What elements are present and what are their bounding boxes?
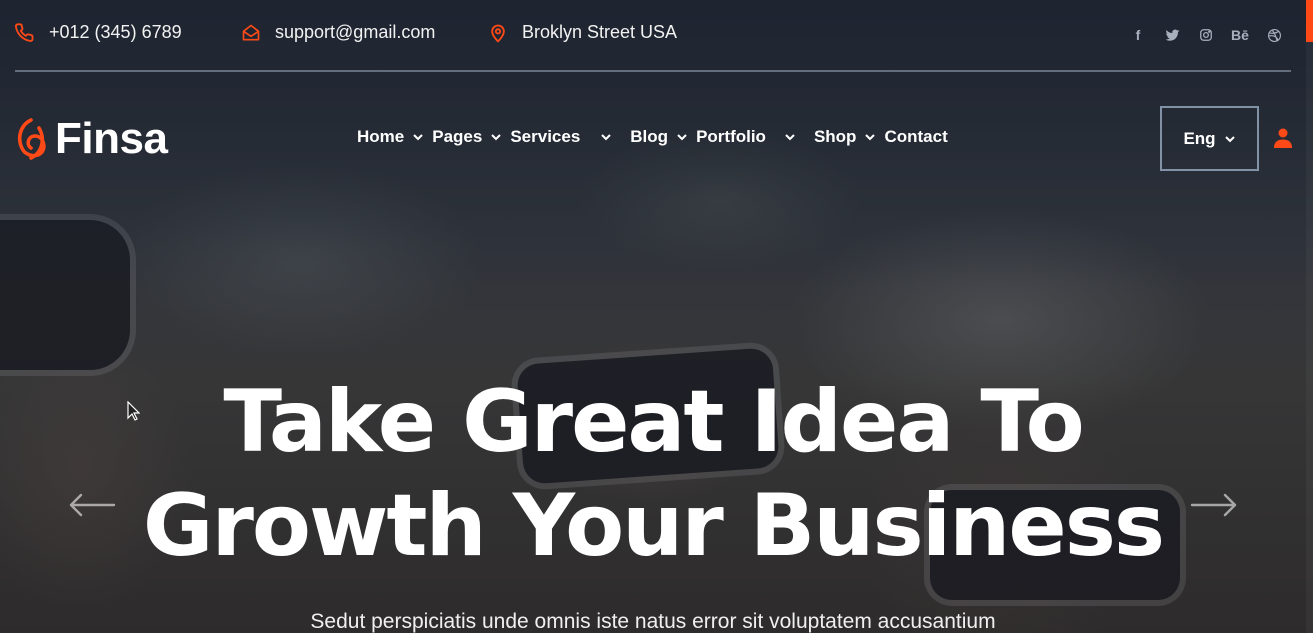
nav-item-portfolio[interactable]: Portfolio [696,127,796,147]
language-label: Eng [1183,128,1216,148]
scrollbar-track[interactable] [1306,42,1313,633]
instagram-icon[interactable] [1189,26,1223,44]
chevron-down-icon [1224,135,1235,142]
phone-contact[interactable]: +012 (345) 6789 [15,22,182,43]
user-icon[interactable] [1274,128,1292,148]
chevron-down-icon [413,134,423,141]
map-pin-icon [491,24,505,43]
nav-item-label: Pages [432,127,483,146]
twitter-icon[interactable] [1155,26,1189,44]
nav-item-label: Home [357,127,405,146]
chevron-down-icon [491,134,502,141]
chevron-down-icon [865,134,876,141]
email-address: support@gmail.com [275,22,436,42]
nav-item-pages[interactable]: Pages [432,127,502,147]
nav-item-shop[interactable]: Shop [814,127,877,147]
mouse-pointer-icon [127,401,140,421]
nav-item-contact[interactable]: Contact [884,127,947,147]
phone-number: +012 (345) 6789 [49,22,182,42]
brand-logo[interactable]: Finsa [15,114,168,164]
arrow-right-icon[interactable] [1190,492,1238,518]
behance-icon[interactable]: Bē [1223,26,1257,44]
finsa-logo-icon [17,118,46,160]
main-nav: Home Pages Services Blog Portfolio Shop … [357,127,956,147]
facebook-icon[interactable]: f [1121,26,1155,44]
nav-item-label: Portfolio [696,127,766,146]
arrow-left-icon[interactable] [68,492,116,518]
nav-item-label: Services [510,127,581,146]
nav-item-services[interactable]: Services [510,127,612,147]
nav-item-label: Contact [884,127,948,146]
email-contact[interactable]: support@gmail.com [241,22,435,43]
top-bar: +012 (345) 6789 support@gmail.com Brokly… [15,0,1291,72]
envelope-open-icon [242,24,260,41]
language-selector[interactable]: Eng [1160,106,1259,171]
brand-name: Finsa [55,114,168,163]
chevron-down-icon [785,134,795,141]
nav-item-label: Blog [630,127,669,146]
chevron-down-icon [677,134,687,141]
hero-headline: Take Great Idea To Growth Your Business [0,370,1306,578]
nav-item-label: Shop [813,127,857,146]
hero-subtext: Sedut perspiciatis unde omnis iste natus… [310,610,996,633]
hero-headline-line1: Take Great Idea To [223,372,1084,472]
address-contact[interactable]: Broklyn Street USA [488,22,677,43]
nav-item-blog[interactable]: Blog [630,127,688,147]
nav-item-home[interactable]: Home [357,127,424,147]
street-address: Broklyn Street USA [522,22,678,42]
phone-icon [15,22,34,42]
chevron-down-icon [601,134,611,141]
social-links: f Bē [1121,26,1291,44]
dribbble-icon[interactable] [1257,26,1291,44]
hero-headline-line2: Growth Your Business [142,476,1165,576]
scrollbar-thumb[interactable] [1306,0,1313,42]
